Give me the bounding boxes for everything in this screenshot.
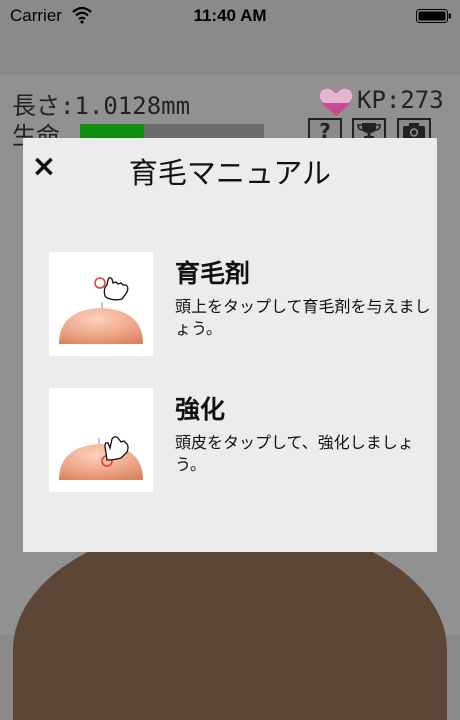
item-description: 頭上をタップして育毛剤を与えましょう。 bbox=[175, 297, 431, 338]
clock: 11:40 AM bbox=[193, 6, 267, 25]
dialog-title: 育毛マニュアル bbox=[128, 156, 332, 190]
kp-points: KP:273 bbox=[357, 86, 444, 114]
status-bar: Carrier 11:40 AM bbox=[0, 0, 460, 32]
item-title: 強化 bbox=[175, 395, 226, 424]
manual-dialog: × 育毛マニュアル 育毛剤 頭上をタップして育毛剤を与えましょう。 強化 頭皮を… bbox=[23, 138, 437, 552]
hair-tonic-illustration bbox=[49, 252, 153, 356]
manual-item-strengthen: 強化 頭皮をタップして、強化しましょう。 bbox=[49, 388, 429, 494]
battery-icon bbox=[416, 9, 451, 23]
item-description: 頭皮をタップして、強化しましょう。 bbox=[175, 433, 414, 474]
heart-icon bbox=[318, 87, 354, 117]
strengthen-illustration bbox=[49, 388, 153, 492]
manual-item-hair-tonic: 育毛剤 頭上をタップして育毛剤を与えましょう。 bbox=[49, 252, 431, 358]
item-title: 育毛剤 bbox=[175, 259, 251, 288]
